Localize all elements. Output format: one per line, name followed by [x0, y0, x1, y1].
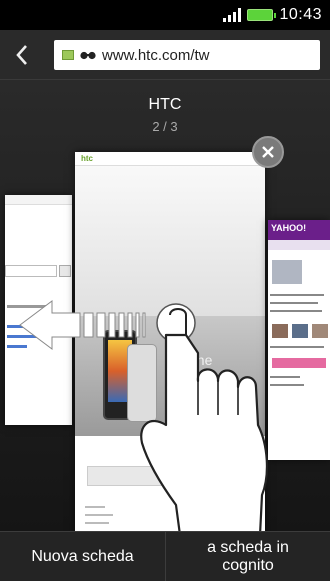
yahoo-text — [270, 376, 300, 378]
battery-icon — [247, 9, 277, 21]
footer-text — [85, 522, 109, 524]
chevron-left-icon — [16, 45, 27, 65]
incognito-mask-icon — [80, 51, 96, 59]
yahoo-header: YAHOO! — [268, 220, 330, 240]
tab-card-yahoo[interactable]: YAHOO! — [268, 220, 330, 460]
url-bar: www.htc.com/tw — [0, 30, 330, 80]
tab-switcher: HTC 2 / 3 oogle htc one — [0, 80, 330, 531]
yahoo-text — [270, 384, 304, 386]
status-bar: 10:43 — [0, 0, 330, 30]
htc-logo: htc — [81, 154, 93, 163]
yahoo-text — [270, 302, 318, 304]
yahoo-image — [312, 324, 328, 338]
yahoo-logo: YAHOO! — [271, 223, 307, 233]
google-search-button — [59, 265, 71, 277]
footer-text — [85, 514, 113, 516]
clock: 10:43 — [279, 6, 322, 23]
new-tab-button[interactable]: Nuova scheda — [0, 532, 165, 581]
bottom-action-bar: Nuova scheda a scheda in cognito — [0, 531, 330, 581]
footer-text — [85, 506, 105, 508]
yahoo-text — [270, 346, 324, 348]
back-button[interactable] — [6, 38, 38, 72]
new-incognito-tab-button[interactable]: a scheda in cognito — [165, 532, 330, 581]
url-text: www.htc.com/tw — [102, 46, 210, 64]
tab-card-toolbar — [5, 195, 72, 205]
yahoo-tabs — [268, 240, 330, 250]
yahoo-text — [270, 310, 322, 312]
tab-title: HTC — [148, 96, 182, 113]
htc-header: htc — [75, 152, 265, 166]
incognito-label-line2: cognito — [222, 557, 274, 574]
signal-icon — [223, 8, 242, 22]
yahoo-image — [272, 260, 302, 284]
pointing-hand-icon — [140, 303, 269, 531]
close-tab-button[interactable] — [252, 136, 284, 168]
tab-position: 2 / 3 — [152, 119, 178, 134]
yahoo-image — [272, 324, 288, 338]
google-logo: oogle — [5, 233, 49, 259]
url-field[interactable]: www.htc.com/tw — [54, 40, 320, 70]
google-search-box — [5, 265, 57, 277]
yahoo-banner — [272, 358, 326, 368]
yahoo-image — [292, 324, 308, 338]
favicon-icon — [62, 50, 74, 60]
incognito-label-line1: a scheda in — [207, 539, 289, 556]
yahoo-text — [270, 294, 324, 296]
close-icon — [262, 146, 274, 158]
